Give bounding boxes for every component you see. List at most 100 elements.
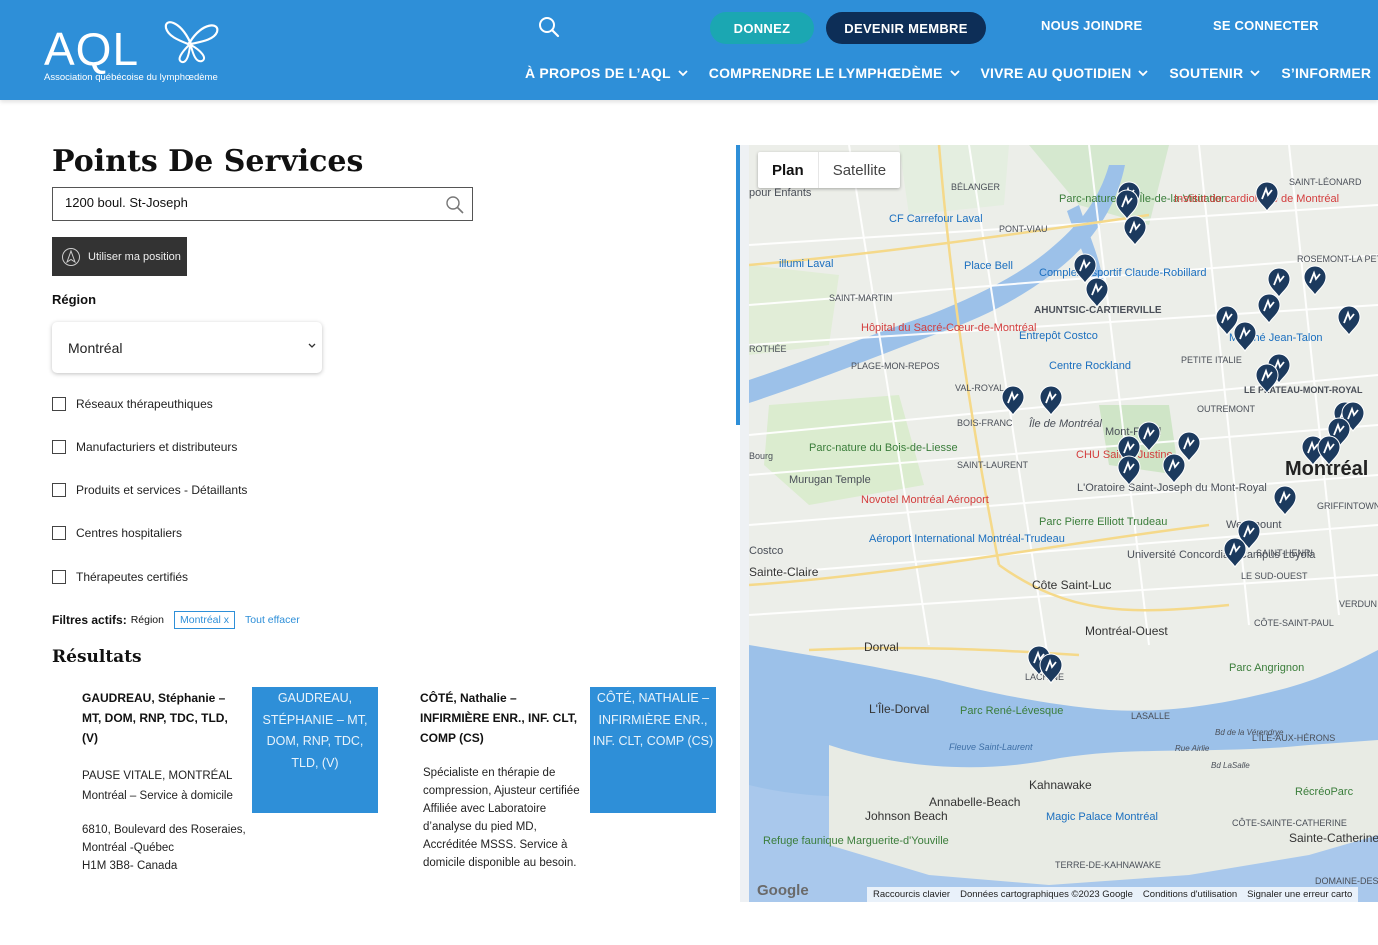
map-label: Novotel Montréal Aéroport [861,494,989,506]
filter-chip-montreal[interactable]: Montréal x [173,611,236,629]
map-label: VAL-ROYAL [955,383,1004,393]
map-type-plan-button[interactable]: Plan [758,152,819,188]
map-label: L'Oratoire Saint-Joseph du Mont-Royal [1077,482,1267,494]
region-select[interactable]: Montréal [52,322,322,373]
service-points-map[interactable]: Parc-nature de l'Île-de-la-Visitation CF… [740,145,1378,902]
map-label: AHUNTSIC-CARTIERVILLE [1034,305,1162,316]
nav-item-daily-life[interactable]: VIVRE AU QUOTIDIEN [981,65,1149,81]
category-checkbox-therapeutic-networks[interactable]: Réseaux thérapeuthiques [52,397,213,411]
butterfly-icon [164,21,219,64]
chevron-down-icon [949,69,960,76]
logo-tagline: Association québécoise du lymphœdème [44,72,218,83]
search-icon[interactable] [536,14,562,40]
map-label: illumi Laval [779,258,833,270]
map-label: Annabelle-Beach [929,795,1020,809]
map-label: Aéroport International Montréal-Trudeau [869,533,1065,545]
map-label: CF Carrefour Laval [889,213,983,225]
map-label: VERDUN [1339,599,1377,609]
site-header: AQL Association québécoise du lymphœdème… [0,0,1378,100]
google-logo: Google [757,882,809,899]
map-label: CÔTE-SAINT-PAUL [1254,618,1334,628]
map-label: CÔTE-SAINTE-CATHERINE [1232,818,1347,828]
category-checkbox-hospitals[interactable]: Centres hospitaliers [52,526,182,540]
chevron-down-icon [678,69,688,76]
region-label: Région [52,292,97,307]
map-label: Sainte-Claire [749,565,819,579]
login-link[interactable]: SE CONNECTER [1213,18,1319,33]
result-name[interactable]: GAUDREAU, Stéphanie – MT, DOM, RNP, TDC,… [82,688,247,748]
map-type-control: Plan Satellite [758,152,901,188]
logo-text: AQL [44,23,140,75]
nav-item-inform[interactable]: S’INFORMER [1281,65,1378,81]
contact-link[interactable]: NOUS JOINDRE [1041,18,1142,33]
chevron-down-icon [308,343,316,348]
checkbox[interactable] [52,526,66,540]
clear-filters-link[interactable]: Tout effacer [245,614,300,626]
address-search-input[interactable] [65,195,425,210]
map-attribution: Raccourcis clavier Données cartographiqu… [867,887,1359,902]
map-label: BOIS-FRANC [957,418,1013,428]
result-details: Spécialiste en thérapie de compression, … [423,767,580,869]
map-label: Parc-nature du Bois-de-Liesse [809,442,958,454]
map-label: ROSEMONT-LA PETITE-PATRIE [1297,254,1378,264]
active-filters: Filtres actifs: Région Montréal x Tout e… [52,611,300,629]
report-error-link[interactable]: Signaler une erreur carto [1247,889,1352,900]
map-label: Parc Pierre Elliott Trudeau [1039,516,1167,528]
map-label: Parc René-Lévesque [960,705,1063,717]
region-selected-value: Montréal [68,339,123,356]
checkbox[interactable] [52,397,66,411]
map-label: ROTHÉE [749,344,787,354]
nav-item-understand[interactable]: COMPRENDRE LE LYMPHŒDÈME [709,65,960,81]
category-checkbox-certified-therapists[interactable]: Thérapeutes certifiés [52,570,188,584]
map-label: Parc Angrignon [1229,662,1304,674]
map-label: Entrepôt Costco [1019,330,1098,342]
checkbox[interactable] [52,483,66,497]
active-filters-label: Filtres actifs: [52,613,127,627]
nav-item-support[interactable]: SOUTENIR [1169,65,1260,81]
address-search-field[interactable] [52,187,473,221]
nav-item-about[interactable]: À PROPOS DE L’AQL [525,65,688,81]
category-checkbox-retailers[interactable]: Produits et services - Détaillants [52,483,247,497]
category-checkbox-manufacturers[interactable]: Manufacturiers et distributeurs [52,440,237,454]
map-label: Bd LaSalle [1211,761,1250,770]
map-label: Johnson Beach [865,809,948,823]
become-member-button[interactable]: DEVENIR MEMBRE [826,12,986,44]
checkbox[interactable] [52,440,66,454]
map-label: PONT-VIAU [999,224,1048,234]
map-label: PETITE ITALIE [1181,355,1242,365]
aql-logo[interactable]: AQL Association québécoise du lymphœdème [42,14,227,86]
chevron-down-icon [1250,69,1260,76]
page-title: Points De Services [52,144,364,179]
map-label: TERRE-DE-KAHNAWAKE [1055,860,1161,870]
keyboard-shortcuts-link[interactable]: Raccourcis clavier [873,889,950,900]
map-label: SAINT-LÉONARD [1289,177,1362,187]
map-label: PLAGE-MON-REPOS [851,361,940,371]
result-name[interactable]: CÔTÉ, Nathalie – INFIRMIÈRE ENR., INF. C… [420,688,585,748]
map-label: Bourg [749,451,773,461]
use-my-position-button[interactable]: Utiliser ma position [52,237,187,276]
map-label: L'Île-Dorval [869,701,929,716]
map-label: Refuge faunique Marguerite-d'Youville [763,835,949,847]
chevron-down-icon [1138,69,1149,76]
map-label: Fleuve Saint-Laurent [949,742,1033,752]
map-label: Place Bell [964,260,1013,272]
magnifier-icon[interactable] [444,194,466,221]
result-thumbnail[interactable]: GAUDREAU, STÉPHANIE – MT, DOM, RNP, TDC,… [252,687,378,813]
donate-button[interactable]: DONNEZ [710,12,814,44]
results-title: Résultats [52,647,142,667]
map-label: SAINT-HENRI [1256,548,1313,558]
map-label: Centre Rockland [1049,360,1131,372]
map-label: LASALLE [1131,711,1170,721]
map-canvas[interactable]: Parc-nature de l'Île-de-la-Visitation CF… [749,145,1378,902]
map-label: Costco [749,545,783,557]
map-type-satellite-button[interactable]: Satellite [819,152,900,188]
checkbox[interactable] [52,570,66,584]
map-label: DOMAINE-DES-OR [1315,876,1378,886]
result-thumbnail[interactable]: CÔTÉ, NATHALIE – INFIRMIÈRE ENR., INF. C… [590,687,716,813]
map-label: Complexe sportif Claude-Robillard [1039,267,1207,279]
map-label: SAINT-MARTIN [829,293,892,303]
map-label: SAINT-LAURENT [957,460,1029,470]
map-label: Hôpital du Sacré-Cœur-de-Montréal [861,322,1036,334]
terms-link[interactable]: Conditions d'utilisation [1143,889,1237,900]
map-label: Dorval [864,640,899,654]
